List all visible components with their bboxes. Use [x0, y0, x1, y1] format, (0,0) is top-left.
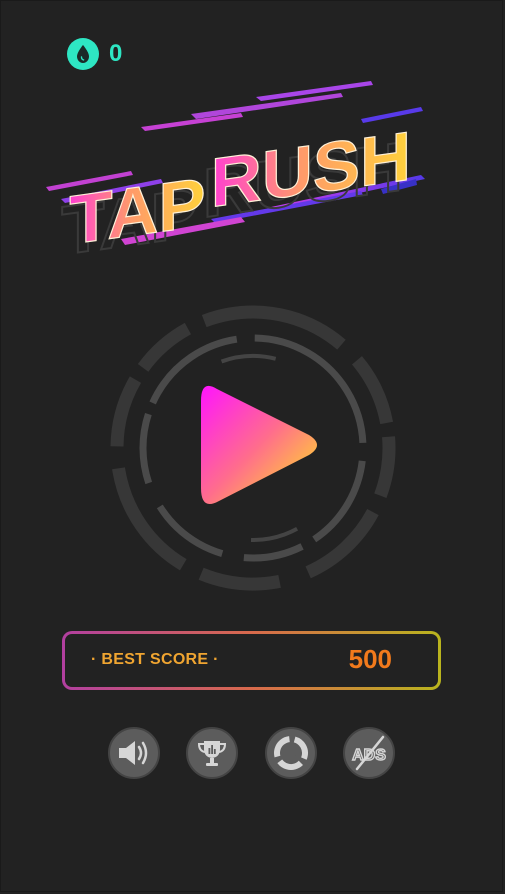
ads-off-icon: ADS [351, 735, 387, 771]
game-screen: 0 TAP RUSH TAP RUSH · BEST SCORE · 500 [0, 0, 503, 892]
logo-word-tap: TAP [69, 162, 205, 254]
remove-ads-button[interactable]: ADS [343, 727, 395, 779]
drop-icon [67, 38, 99, 70]
best-score-label: · BEST SCORE · [91, 651, 219, 668]
more-games-button[interactable] [265, 727, 317, 779]
currency-counter: 0 [67, 38, 123, 70]
play-button[interactable] [201, 383, 321, 508]
sound-button[interactable] [108, 727, 160, 779]
play-icon [201, 385, 317, 505]
segmented-circle-icon [274, 736, 308, 770]
best-score-value: 500 [348, 644, 392, 674]
trophy-icon [197, 741, 227, 766]
tap-rush-logo: TAP RUSH TAP RUSH [46, 81, 425, 254]
currency-count: 0 [109, 40, 124, 67]
best-score-panel: · BEST SCORE · 500 [62, 631, 441, 690]
speaker-icon [119, 741, 148, 765]
play-area [106, 301, 401, 596]
leaderboard-button[interactable] [186, 727, 238, 779]
